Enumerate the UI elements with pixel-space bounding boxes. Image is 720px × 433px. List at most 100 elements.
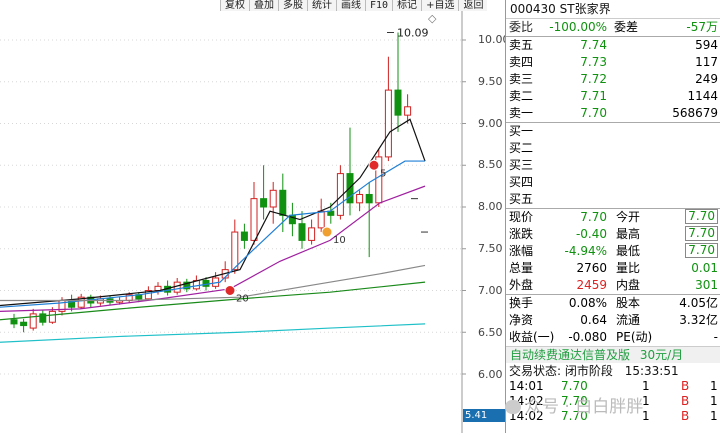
list-row: 涨幅 -4.94% 最低 7.70 (506, 243, 720, 260)
candle-body (384, 89, 392, 158)
high-annotation: 10.09 (397, 26, 429, 39)
stat-label: 流通 (616, 313, 641, 327)
ask-label: 卖一 (509, 106, 534, 120)
toolbar-back-button[interactable]: 返回 (458, 0, 488, 11)
list-row: 买三 (506, 157, 720, 174)
stat-label: 收益(一) (509, 330, 555, 344)
toolbar-fuquan-button[interactable]: 复权 (220, 0, 249, 11)
price-axis-label: 9.00 (478, 117, 503, 130)
toolbar-draw-button[interactable]: 画线 (336, 0, 365, 11)
quote-label: 量比 (616, 261, 641, 275)
toolbar-stats-button[interactable]: 统计 (307, 0, 336, 11)
weicha-label: 委差 (614, 20, 639, 34)
candle-body (202, 279, 210, 287)
trade-extra: 1 (710, 409, 718, 423)
weibi-label: 委比 (509, 20, 534, 34)
chart-toolbar: 复权 叠加 多股 统计 画线 F10 标记 +自选 返回 (220, 0, 488, 11)
weicha-value: -57万 (686, 20, 718, 34)
quote-value: 0.01 (691, 261, 718, 275)
stat-label: PE(动) (616, 330, 653, 344)
candle-body (394, 89, 402, 116)
trade-extra: 1 (710, 379, 718, 393)
ask-volume: 568679 (672, 106, 718, 120)
quote-list: 现价 7.70 今开 7.70 涨跌 -0.40 最高 7.70 涨幅 -4.94% 最低 7.70 总… (506, 209, 720, 294)
signal-marker-label: 5 (380, 168, 386, 179)
list-row: 卖四 7.73 117 (506, 54, 720, 71)
ask-label: 卖四 (509, 55, 534, 69)
quote-label: 最低 (616, 244, 641, 258)
list-row: 收益(一) -0.080 PE(动) - (506, 329, 720, 346)
trade-side: B (681, 379, 690, 393)
list-row: 换手 0.08% 股本 4.05亿 (506, 295, 720, 312)
stat-label: 换手 (509, 296, 534, 310)
candle-body (279, 189, 287, 216)
current-price-tag: 5.41 (463, 409, 505, 422)
price-axis-label: 8.50 (478, 158, 503, 171)
quote-value: -0.40 (575, 227, 607, 241)
signal-marker (224, 285, 236, 296)
weibi-value: -100.00% (549, 20, 607, 34)
toolbar-mark-button[interactable]: 标记 (392, 0, 422, 11)
stat-label: 净资 (509, 313, 534, 327)
list-row: 买五 (506, 191, 720, 208)
price-axis-label: 10.00 (478, 33, 505, 46)
candle-body (317, 210, 325, 229)
stock-code-name: 000430 ST张家界 (506, 0, 720, 19)
toolbar-multi-stock-button[interactable]: 多股 (278, 0, 307, 11)
candle-body (298, 223, 306, 241)
candle-body (365, 193, 373, 204)
ma250-line (0, 323, 426, 343)
toolbar-overlay-button[interactable]: 叠加 (249, 0, 278, 11)
wechat-icon (505, 400, 521, 414)
candle-body (250, 198, 258, 241)
candle-body (308, 227, 316, 241)
toolbar-f10-button[interactable]: F10 (365, 0, 393, 11)
ask-price: 7.74 (580, 38, 607, 52)
quote-label: 现价 (509, 210, 534, 224)
quote-value: 301 (695, 278, 718, 292)
signal-marker (321, 226, 333, 238)
trade-status: 交易状态: 闭市阶段 15:33:51 (506, 363, 720, 379)
stat-value: 3.32亿 (679, 313, 718, 327)
ask-price: 7.70 (580, 106, 607, 120)
ask-volume: 249 (695, 72, 718, 86)
stat-value: - (713, 330, 718, 344)
list-row: 买四 (506, 174, 720, 191)
stat-value: 4.05亿 (679, 296, 718, 310)
ask-list: 卖五 7.74 594 卖四 7.73 117 卖三 7.72 249 卖二 7.71 1144 卖一 7… (506, 37, 720, 122)
list-row: 卖二 7.71 1144 (506, 88, 720, 105)
ask-price: 7.71 (580, 89, 607, 103)
promo-banner[interactable]: 自动续费通达信普及版 30元/月 (506, 346, 720, 363)
stats-list: 换手 0.08% 股本 4.05亿 净资 0.64 流通 3.32亿 收益(一) -0.080 PE… (506, 295, 720, 346)
candle-body (356, 193, 364, 204)
stat-value: 0.08% (568, 296, 607, 310)
quote-label: 总量 (509, 261, 534, 275)
candlestick-svg[interactable]: 10.09 5 10 20 ◇ (0, 0, 505, 433)
candle-body (260, 198, 268, 208)
trade-extra: 1 (710, 394, 718, 408)
price-axis-label: 8.00 (478, 200, 503, 213)
quote-value: 7.70 (685, 243, 718, 258)
price-axis-label: 9.50 (478, 75, 503, 88)
quote-label: 涨跌 (509, 227, 534, 241)
quote-label: 今开 (616, 210, 641, 224)
quote-label: 内盘 (616, 278, 641, 292)
candle-body (10, 319, 18, 325)
list-row: 总量 2760 量比 0.01 (506, 260, 720, 277)
quote-value: 7.70 (580, 210, 607, 224)
toolbar-add-watch-button[interactable]: +自选 (421, 0, 459, 11)
stat-label: 股本 (616, 296, 641, 310)
ask-volume: 594 (695, 38, 718, 52)
kline-chart[interactable]: 10.09 5 10 20 ◇ 复权 叠加 多股 统计 画线 F10 标记 +自选 返回… (0, 0, 505, 433)
quote-value: 2459 (576, 278, 607, 292)
trade-side: B (681, 394, 690, 408)
candle-body (231, 231, 239, 271)
quote-value: 2760 (576, 261, 607, 275)
list-row: 卖一 7.70 568679 (506, 105, 720, 122)
price-axis-label: 7.50 (478, 242, 503, 255)
bid-label: 买三 (509, 158, 534, 172)
signal-marker (368, 159, 380, 171)
ask-volume: 117 (695, 55, 718, 69)
stat-value: 0.64 (580, 313, 607, 327)
quote-label: 涨幅 (509, 244, 534, 258)
